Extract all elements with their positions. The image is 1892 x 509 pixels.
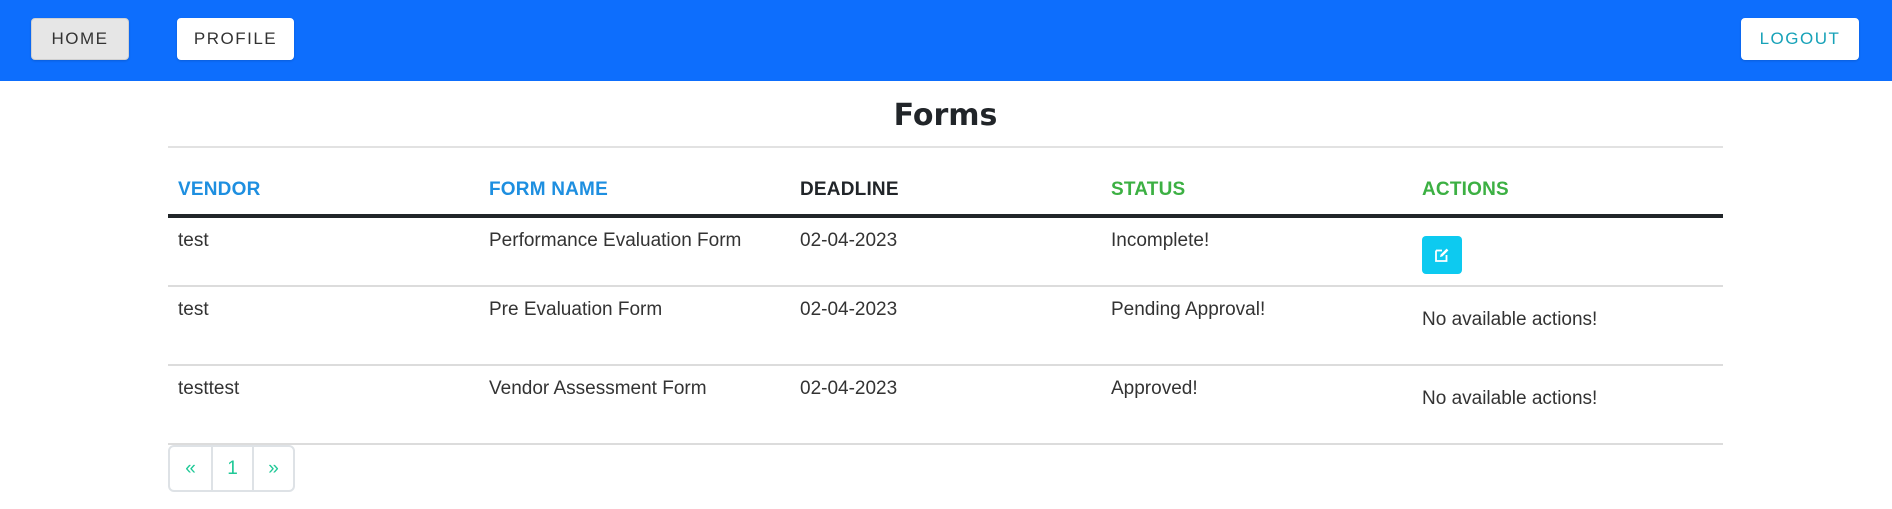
vendor-cell: test — [168, 216, 479, 287]
home-button[interactable]: HOME — [31, 18, 129, 60]
form-name-cell: Pre Evaluation Form — [479, 286, 790, 366]
pagination: « 1 » — [168, 445, 295, 492]
form-name-cell: Performance Evaluation Form — [479, 216, 790, 287]
table-row: testtest Vendor Assessment Form 02-04-20… — [168, 365, 1723, 445]
deadline-cell: 02-04-2023 — [790, 365, 1101, 445]
vendor-cell: testtest — [168, 365, 479, 445]
actions-cell: No available actions! — [1412, 365, 1723, 445]
table-row: test Pre Evaluation Form 02-04-2023 Pend… — [168, 286, 1723, 366]
column-header-actions: ACTIONS — [1412, 168, 1723, 218]
forms-table: VENDOR FORM NAME DEADLINE STATUS ACTIONS… — [168, 168, 1723, 445]
top-navbar: HOME PROFILE LOGOUT — [0, 0, 1892, 81]
column-header-form-name: FORM NAME — [479, 168, 790, 218]
no-actions-text: No available actions! — [1422, 309, 1598, 330]
pagination-page-1[interactable]: 1 — [211, 447, 252, 490]
status-cell: Approved! — [1101, 365, 1412, 445]
no-actions-text: No available actions! — [1422, 388, 1598, 409]
table-header-row: VENDOR FORM NAME DEADLINE STATUS ACTIONS — [168, 168, 1723, 218]
edit-icon — [1435, 248, 1449, 262]
deadline-cell: 02-04-2023 — [790, 286, 1101, 366]
status-cell: Pending Approval! — [1101, 286, 1412, 366]
logout-button[interactable]: LOGOUT — [1741, 18, 1859, 60]
form-name-cell: Vendor Assessment Form — [479, 365, 790, 445]
profile-button[interactable]: PROFILE — [177, 18, 294, 60]
column-header-vendor: VENDOR — [168, 168, 479, 218]
pagination-next[interactable]: » — [252, 447, 293, 490]
edit-button[interactable] — [1422, 236, 1462, 274]
status-cell: Incomplete! — [1101, 216, 1412, 287]
column-header-deadline: DEADLINE — [790, 168, 1101, 218]
actions-cell: No available actions! — [1412, 286, 1723, 366]
pagination-previous[interactable]: « — [170, 447, 211, 490]
actions-cell — [1412, 216, 1723, 287]
column-header-status: STATUS — [1101, 168, 1412, 218]
table-row: test Performance Evaluation Form 02-04-2… — [168, 216, 1723, 287]
page-title: Forms — [893, 98, 998, 133]
title-divider — [168, 146, 1723, 148]
vendor-cell: test — [168, 286, 479, 366]
deadline-cell: 02-04-2023 — [790, 216, 1101, 287]
